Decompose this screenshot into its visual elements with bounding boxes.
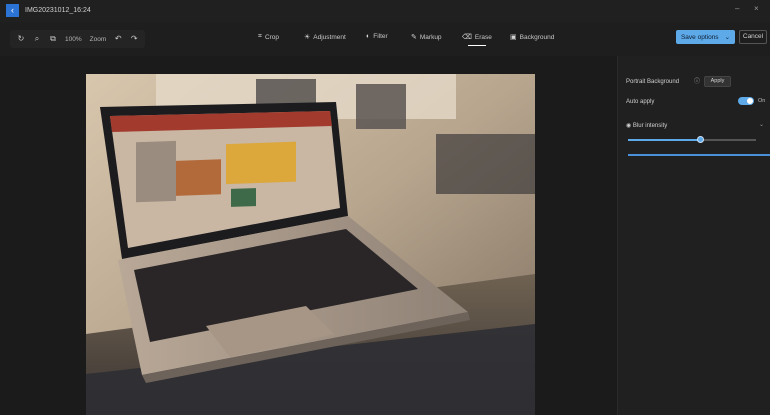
- laptop-photo: [86, 74, 535, 415]
- compare-icon[interactable]: ⧉: [46, 32, 60, 46]
- view-controls: ↻ ⌕ ⧉ 100% Zoom ↶ ↷: [10, 30, 146, 48]
- save-options-button[interactable]: Save options ⌄: [676, 30, 735, 44]
- close-icon[interactable]: ×: [754, 4, 759, 13]
- tab-erase[interactable]: ⌫ Erase: [462, 33, 492, 46]
- tab-background[interactable]: ▣ Background: [510, 33, 555, 42]
- rotate-icon[interactable]: ↻: [14, 32, 28, 46]
- tab-label: Markup: [419, 33, 442, 41]
- chevron-down-icon[interactable]: ⌄: [759, 121, 764, 128]
- title-bar: ‹ IMG20231012_16:24 – ×: [0, 0, 770, 22]
- portrait-background-label: Portrait Background: [626, 79, 680, 85]
- tab-label: Crop: [264, 33, 280, 41]
- app-title: IMG20231012_16:24: [25, 7, 91, 14]
- edited-photo[interactable]: [86, 74, 535, 415]
- toolbar: ↻ ⌕ ⧉ 100% Zoom ↶ ↷ ⌗ Crop ☀ Adjustment …: [0, 22, 770, 56]
- tab-label: Background: [519, 33, 555, 41]
- blur-intensity-slider[interactable]: [628, 136, 756, 143]
- zoom-icon[interactable]: ⌕: [30, 32, 44, 46]
- tab-label: Filter: [373, 33, 388, 40]
- zoom-level[interactable]: 100%: [62, 36, 85, 43]
- adjustment-icon: ☀: [304, 34, 311, 41]
- toggle-state: On: [758, 98, 766, 104]
- undo-icon[interactable]: ↶: [111, 32, 125, 46]
- filter-icon: ◐: [366, 33, 371, 40]
- auto-apply-toggle[interactable]: [738, 97, 754, 105]
- slider-fill: [628, 139, 700, 141]
- minimize-icon[interactable]: –: [735, 4, 739, 13]
- auto-apply-label: Auto apply: [626, 99, 655, 105]
- portrait-background-section: Portrait Background ⓘ Apply Auto apply O…: [626, 71, 770, 156]
- erase-icon: ⌫: [462, 34, 472, 41]
- back-arrow-icon[interactable]: ‹: [6, 4, 19, 17]
- zoom-label[interactable]: Zoom: [87, 36, 110, 43]
- slider-thumb[interactable]: [696, 136, 704, 143]
- background-icon: ▣: [510, 34, 517, 41]
- crop-icon: ⌗: [258, 33, 262, 40]
- tab-label: Erase: [474, 33, 492, 41]
- tab-crop[interactable]: ⌗ Crop: [258, 33, 279, 41]
- blur-label-text: Blur intensity: [632, 123, 668, 129]
- tab-adjustment[interactable]: ☀ Adjustment: [304, 33, 346, 42]
- blur-intensity-label: ◉ Blur intensity: [626, 123, 668, 129]
- side-panel: Portrait Background ⓘ Apply Auto apply O…: [617, 56, 770, 415]
- redo-icon[interactable]: ↷: [127, 32, 141, 46]
- markup-icon: ✎: [411, 34, 417, 41]
- info-icon[interactable]: ⓘ: [693, 78, 701, 86]
- tab-markup[interactable]: ✎ Markup: [411, 33, 442, 42]
- tab-filter[interactable]: ◐ Filter: [366, 33, 388, 40]
- cancel-button[interactable]: Cancel: [739, 30, 767, 44]
- chevron-down-icon: ⌄: [724, 34, 731, 41]
- apply-button[interactable]: Apply: [704, 76, 731, 87]
- save-label: Save options: [680, 33, 719, 41]
- tab-label: Adjustment: [313, 33, 346, 41]
